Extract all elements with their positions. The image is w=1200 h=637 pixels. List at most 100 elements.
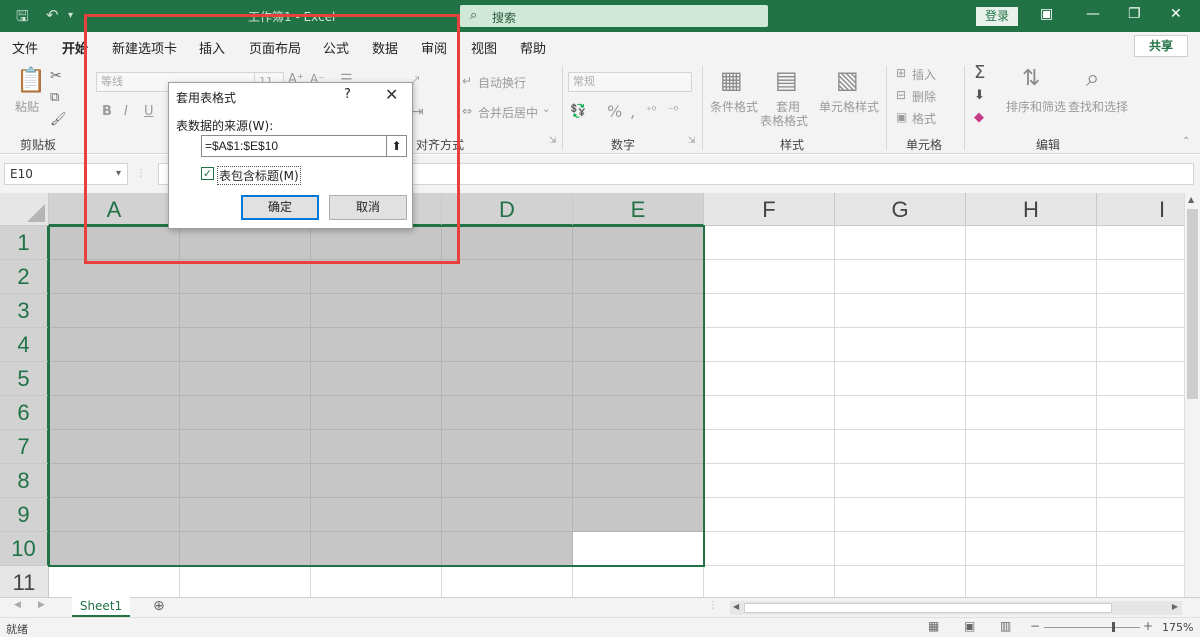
normal-view-icon[interactable]: ▦: [928, 619, 939, 633]
cell-b3[interactable]: [180, 294, 311, 328]
cell-c11[interactable]: [311, 566, 442, 597]
cell-c4[interactable]: [311, 328, 442, 362]
split-handle-icon[interactable]: ⋮: [708, 600, 718, 611]
format-painter-icon[interactable]: 🖌: [50, 112, 67, 127]
cell-d2[interactable]: [442, 260, 573, 294]
cell-c9[interactable]: [311, 498, 442, 532]
cell-c1[interactable]: [311, 226, 442, 260]
cell-f9[interactable]: [704, 498, 835, 532]
tab-view[interactable]: 视图: [471, 38, 497, 57]
merge-center-icon[interactable]: ⇔: [462, 104, 472, 118]
cell-h6[interactable]: [966, 396, 1097, 430]
cell-a11[interactable]: [49, 566, 180, 597]
row-header-11[interactable]: 11: [0, 566, 49, 597]
cell-g6[interactable]: [835, 396, 966, 430]
delete-cells-label[interactable]: 删除: [912, 88, 936, 105]
horizontal-scrollbar[interactable]: ◀ ▶: [730, 601, 1182, 615]
cell-e10[interactable]: [573, 532, 704, 566]
cell-f4[interactable]: [704, 328, 835, 362]
cell-a6[interactable]: [49, 396, 180, 430]
wrap-text-icon[interactable]: ↵: [462, 74, 472, 88]
has-headers-label[interactable]: 表包含标题(M): [217, 166, 301, 185]
cell-g3[interactable]: [835, 294, 966, 328]
zoom-in-icon[interactable]: +: [1143, 619, 1153, 633]
zoom-level[interactable]: 175%: [1162, 621, 1193, 634]
cell-i1[interactable]: [1097, 226, 1184, 260]
cell-i2[interactable]: [1097, 260, 1184, 294]
cell-e7[interactable]: [573, 430, 704, 464]
format-as-table-icon[interactable]: ▤: [775, 66, 798, 94]
tab-page-layout[interactable]: 页面布局: [249, 38, 301, 57]
cell-e11[interactable]: [573, 566, 704, 597]
tab-home[interactable]: 开始: [62, 38, 89, 63]
cell-b1[interactable]: [180, 226, 311, 260]
cell-a10[interactable]: [49, 532, 180, 566]
cell-styles-label[interactable]: 单元格样式: [819, 98, 879, 115]
cell-i6[interactable]: [1097, 396, 1184, 430]
zoom-slider-handle[interactable]: [1112, 622, 1115, 632]
cell-f11[interactable]: [704, 566, 835, 597]
cell-e8[interactable]: [573, 464, 704, 498]
cell-b6[interactable]: [180, 396, 311, 430]
cut-icon[interactable]: ✂: [50, 68, 62, 84]
cell-d3[interactable]: [442, 294, 573, 328]
restore-icon[interactable]: ❐: [1128, 6, 1141, 22]
cell-a9[interactable]: [49, 498, 180, 532]
add-sheet-icon[interactable]: ⊕: [153, 598, 165, 614]
cell-b9[interactable]: [180, 498, 311, 532]
ok-button[interactable]: 确定: [241, 195, 319, 220]
save-icon[interactable]: 🖫: [16, 6, 29, 31]
decrease-decimal-icon[interactable]: ⁻⁰: [668, 104, 678, 117]
paste-label[interactable]: 粘贴: [15, 98, 39, 115]
cell-c3[interactable]: [311, 294, 442, 328]
cell-f8[interactable]: [704, 464, 835, 498]
cell-f1[interactable]: [704, 226, 835, 260]
cell-d8[interactable]: [442, 464, 573, 498]
cell-i4[interactable]: [1097, 328, 1184, 362]
zoom-slider[interactable]: [1044, 627, 1140, 628]
cell-d10[interactable]: [442, 532, 573, 566]
delete-cells-icon[interactable]: ⊟: [896, 88, 906, 102]
cell-i5[interactable]: [1097, 362, 1184, 396]
cell-b8[interactable]: [180, 464, 311, 498]
help-button[interactable]: ?: [344, 87, 351, 102]
cell-i8[interactable]: [1097, 464, 1184, 498]
row-header-7[interactable]: 7: [0, 430, 49, 464]
percent-icon[interactable]: %: [607, 102, 622, 121]
find-select-label[interactable]: 查找和选择: [1068, 98, 1128, 115]
row-header-5[interactable]: 5: [0, 362, 49, 396]
cell-d6[interactable]: [442, 396, 573, 430]
cancel-button[interactable]: 取消: [329, 195, 407, 220]
cell-c6[interactable]: [311, 396, 442, 430]
underline-icon[interactable]: U: [144, 104, 154, 119]
cell-h7[interactable]: [966, 430, 1097, 464]
cell-d5[interactable]: [442, 362, 573, 396]
prev-sheet-icon[interactable]: ◀: [14, 600, 21, 610]
cell-h4[interactable]: [966, 328, 1097, 362]
cell-g1[interactable]: [835, 226, 966, 260]
tab-file[interactable]: 文件: [12, 38, 38, 57]
has-headers-checkbox[interactable]: ✓: [201, 167, 214, 180]
cell-a7[interactable]: [49, 430, 180, 464]
column-header-d[interactable]: D: [442, 193, 573, 226]
row-header-2[interactable]: 2: [0, 260, 49, 294]
cell-c8[interactable]: [311, 464, 442, 498]
cell-c5[interactable]: [311, 362, 442, 396]
orientation-icon[interactable]: ⤤: [412, 74, 419, 89]
cell-e9[interactable]: [573, 498, 704, 532]
cell-h1[interactable]: [966, 226, 1097, 260]
tab-insert[interactable]: 插入: [199, 38, 225, 57]
zoom-out-icon[interactable]: −: [1030, 619, 1040, 633]
cell-c2[interactable]: [311, 260, 442, 294]
paste-icon[interactable]: 📋: [16, 66, 46, 94]
scroll-thumb[interactable]: [1187, 209, 1198, 399]
cell-e4[interactable]: [573, 328, 704, 362]
cell-i10[interactable]: [1097, 532, 1184, 566]
cell-c7[interactable]: [311, 430, 442, 464]
cell-a5[interactable]: [49, 362, 180, 396]
cell-f2[interactable]: [704, 260, 835, 294]
column-header-h[interactable]: H: [966, 193, 1097, 226]
cell-b2[interactable]: [180, 260, 311, 294]
cell-h9[interactable]: [966, 498, 1097, 532]
cell-a3[interactable]: [49, 294, 180, 328]
